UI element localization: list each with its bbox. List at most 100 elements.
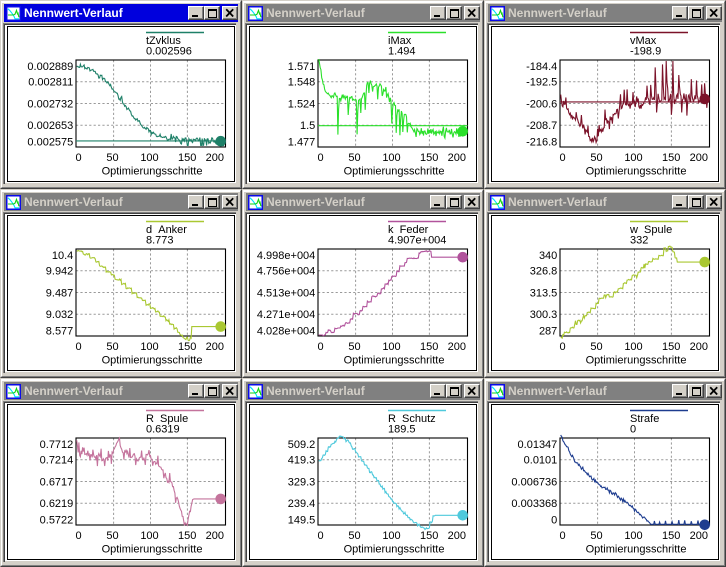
- svg-text:0: 0: [551, 514, 557, 526]
- svg-text:0.7712: 0.7712: [40, 439, 74, 451]
- svg-text:4.513e+004: 4.513e+004: [257, 287, 315, 299]
- svg-text:Optimierungsschritte: Optimierungsschritte: [586, 165, 687, 177]
- svg-text:0: 0: [318, 530, 324, 542]
- svg-text:100: 100: [140, 152, 158, 164]
- svg-text:200: 200: [448, 341, 466, 353]
- svg-text:1.571: 1.571: [288, 61, 316, 73]
- svg-text:8.773: 8.773: [146, 235, 174, 247]
- svg-text:313.5: 313.5: [530, 287, 558, 299]
- svg-text:4.998e+004: 4.998e+004: [257, 250, 315, 262]
- svg-text:Optimierungsschritte: Optimierungsschritte: [102, 543, 203, 555]
- svg-text:150: 150: [420, 152, 438, 164]
- svg-text:Optimierungsschritte: Optimierungsschritte: [586, 354, 687, 366]
- svg-text:0.002889: 0.002889: [27, 61, 73, 73]
- svg-text:326.8: 326.8: [530, 266, 558, 278]
- svg-text:Optimierungsschritte: Optimierungsschritte: [102, 354, 203, 366]
- svg-text:150: 150: [178, 530, 196, 542]
- svg-text:509.2: 509.2: [288, 439, 316, 451]
- svg-text:0.006736: 0.006736: [511, 476, 557, 488]
- svg-text:4.756e+004: 4.756e+004: [257, 266, 315, 278]
- svg-text:239.4: 239.4: [288, 498, 316, 510]
- svg-text:100: 100: [382, 341, 400, 353]
- svg-text:149.5: 149.5: [288, 514, 316, 526]
- svg-text:0.6219: 0.6219: [40, 498, 74, 510]
- svg-text:150: 150: [178, 341, 196, 353]
- svg-text:0: 0: [318, 341, 324, 353]
- svg-text:50: 50: [590, 530, 602, 542]
- svg-text:50: 50: [106, 530, 118, 542]
- svg-text:0.5722: 0.5722: [40, 514, 74, 526]
- svg-text:0.002811: 0.002811: [28, 77, 73, 89]
- svg-text:10.4: 10.4: [52, 250, 73, 262]
- svg-text:50: 50: [348, 152, 360, 164]
- svg-text:200: 200: [448, 530, 466, 542]
- svg-text:-208.7: -208.7: [526, 120, 557, 132]
- svg-text:0.002596: 0.002596: [146, 46, 192, 58]
- svg-text:200: 200: [206, 152, 224, 164]
- svg-text:0.0101: 0.0101: [524, 455, 558, 467]
- svg-text:100: 100: [624, 530, 642, 542]
- svg-text:Optimierungsschritte: Optimierungsschritte: [102, 165, 203, 177]
- svg-text:1.494: 1.494: [388, 46, 416, 58]
- svg-text:0: 0: [76, 341, 82, 353]
- svg-text:200: 200: [690, 530, 708, 542]
- svg-text:150: 150: [420, 341, 438, 353]
- svg-text:332: 332: [630, 235, 648, 247]
- svg-text:0: 0: [630, 424, 636, 436]
- svg-text:1.524: 1.524: [288, 98, 316, 110]
- svg-text:150: 150: [662, 341, 680, 353]
- svg-text:1.477: 1.477: [288, 136, 316, 148]
- svg-text:-192.5: -192.5: [526, 77, 557, 89]
- svg-text:200: 200: [690, 341, 708, 353]
- svg-text:300.3: 300.3: [530, 309, 558, 321]
- svg-text:419.3: 419.3: [288, 455, 316, 467]
- svg-text:100: 100: [624, 341, 642, 353]
- svg-text:0.01347: 0.01347: [518, 439, 558, 451]
- svg-text:0.6717: 0.6717: [40, 476, 74, 488]
- svg-text:100: 100: [382, 152, 400, 164]
- svg-text:200: 200: [206, 530, 224, 542]
- svg-text:100: 100: [140, 341, 158, 353]
- svg-text:150: 150: [662, 152, 680, 164]
- svg-text:0.002732: 0.002732: [27, 98, 73, 110]
- svg-text:4.907e+004: 4.907e+004: [388, 235, 446, 247]
- svg-text:50: 50: [348, 341, 360, 353]
- svg-text:150: 150: [662, 530, 680, 542]
- svg-text:-216.8: -216.8: [526, 136, 557, 148]
- svg-text:200: 200: [690, 152, 708, 164]
- svg-text:340: 340: [539, 250, 557, 262]
- svg-text:50: 50: [590, 341, 602, 353]
- svg-text:1.548: 1.548: [288, 77, 316, 89]
- svg-text:4.028e+004: 4.028e+004: [257, 325, 315, 337]
- svg-text:-198.9: -198.9: [630, 46, 661, 58]
- svg-text:50: 50: [106, 152, 118, 164]
- svg-text:150: 150: [178, 152, 196, 164]
- svg-text:0.6319: 0.6319: [146, 424, 180, 436]
- svg-text:0: 0: [76, 152, 82, 164]
- svg-text:0: 0: [560, 530, 566, 542]
- svg-text:Optimierungsschritte: Optimierungsschritte: [344, 165, 445, 177]
- svg-text:Optimierungsschritte: Optimierungsschritte: [344, 354, 445, 366]
- svg-text:4.271e+004: 4.271e+004: [257, 309, 315, 321]
- svg-text:0: 0: [76, 530, 82, 542]
- svg-text:50: 50: [590, 152, 602, 164]
- svg-text:9.487: 9.487: [46, 287, 74, 299]
- svg-text:0.002575: 0.002575: [27, 136, 73, 148]
- svg-text:189.5: 189.5: [388, 424, 416, 436]
- svg-text:0: 0: [318, 152, 324, 164]
- svg-text:Optimierungsschritte: Optimierungsschritte: [344, 543, 445, 555]
- svg-text:50: 50: [106, 341, 118, 353]
- svg-text:-200.6: -200.6: [526, 98, 557, 110]
- svg-text:0: 0: [560, 152, 566, 164]
- svg-text:100: 100: [382, 530, 400, 542]
- svg-text:0.003368: 0.003368: [511, 498, 557, 510]
- svg-text:-184.4: -184.4: [526, 61, 557, 73]
- svg-text:200: 200: [206, 341, 224, 353]
- svg-text:Optimierungsschritte: Optimierungsschritte: [586, 543, 687, 555]
- svg-text:0.7214: 0.7214: [40, 455, 74, 467]
- svg-text:287: 287: [539, 325, 557, 337]
- svg-text:9.032: 9.032: [46, 309, 74, 321]
- svg-text:0.002653: 0.002653: [27, 120, 73, 132]
- svg-text:150: 150: [420, 530, 438, 542]
- svg-text:329.3: 329.3: [288, 476, 316, 488]
